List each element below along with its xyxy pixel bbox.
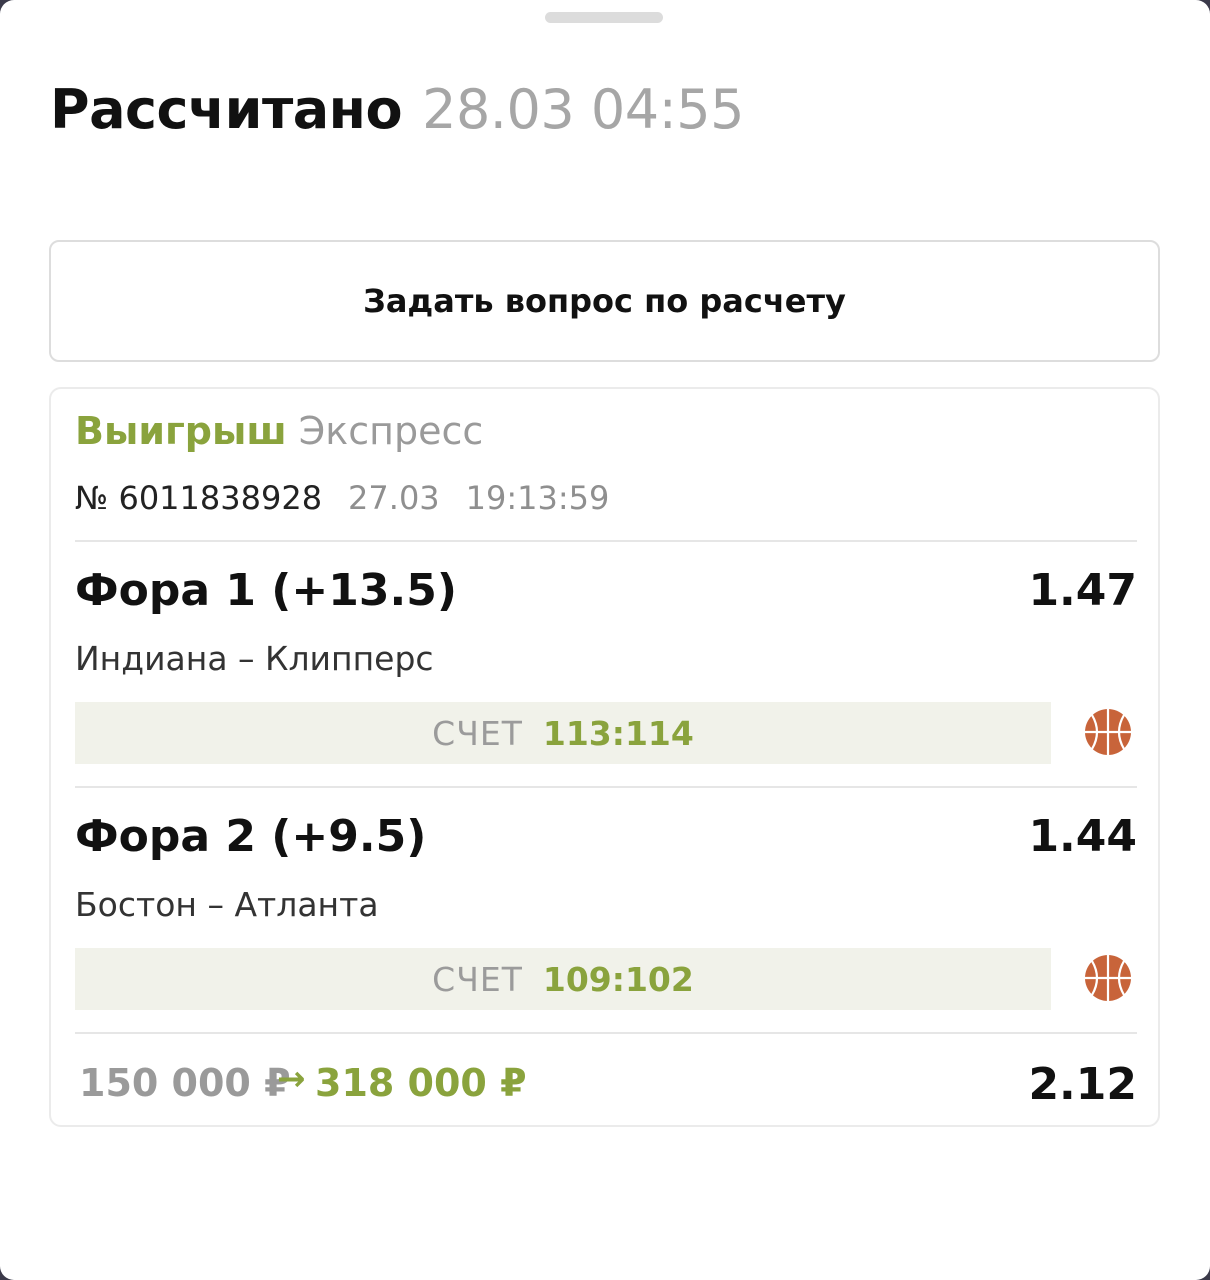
divider bbox=[75, 1032, 1137, 1034]
page-title: Рассчитано 28.03 04:55 bbox=[50, 78, 744, 154]
bet-type: Экспресс bbox=[298, 409, 484, 453]
bet-summary-row: 150 000 ₽ → 318 000 ₽ 2.12 bbox=[75, 1053, 1137, 1113]
arrow-right-icon: → bbox=[277, 1059, 306, 1099]
bet-number: № 6011838928 bbox=[75, 479, 323, 517]
event-item: Фора 1 (+13.5) 1.47 Индиана – Клипперс С… bbox=[75, 565, 1137, 775]
event-item: Фора 2 (+9.5) 1.44 Бостон – Атланта СЧЕТ… bbox=[75, 811, 1137, 1021]
sheet-grabber[interactable] bbox=[545, 12, 663, 23]
bet-status-row: Выигрыш Экспресс bbox=[75, 409, 483, 453]
score-value: 113:114 bbox=[542, 713, 694, 753]
event-market: Фора 1 (+13.5) bbox=[75, 565, 457, 616]
event-odds: 1.47 bbox=[1028, 565, 1137, 616]
bet-details-sheet: Рассчитано 28.03 04:55 Задать вопрос по … bbox=[0, 0, 1210, 1280]
bet-date: 27.03 bbox=[348, 479, 440, 517]
score-box: СЧЕТ 113:114 bbox=[75, 702, 1051, 764]
event-teams: Индиана – Клипперс bbox=[75, 639, 434, 678]
settled-title: Рассчитано bbox=[50, 78, 403, 141]
divider bbox=[75, 540, 1137, 542]
ask-settlement-question-button[interactable]: Задать вопрос по расчету bbox=[49, 240, 1160, 362]
event-market: Фора 2 (+9.5) bbox=[75, 811, 427, 862]
score-box: СЧЕТ 109:102 bbox=[75, 948, 1051, 1010]
bet-meta-row: № 6011838928 27.03 19:13:59 bbox=[75, 479, 609, 517]
bet-time: 19:13:59 bbox=[465, 479, 610, 517]
payout-amount: 318 000 ₽ bbox=[315, 1061, 527, 1105]
score-label: СЧЕТ bbox=[432, 959, 523, 999]
stake-amount: 150 000 ₽ bbox=[79, 1061, 291, 1105]
score-value: 109:102 bbox=[542, 959, 694, 999]
settled-time: 28.03 04:55 bbox=[422, 78, 744, 141]
divider bbox=[75, 786, 1137, 788]
basketball-icon bbox=[1085, 955, 1131, 1001]
basketball-icon bbox=[1085, 709, 1131, 755]
total-odds: 2.12 bbox=[1028, 1059, 1137, 1110]
event-teams: Бостон – Атланта bbox=[75, 885, 379, 924]
score-label: СЧЕТ bbox=[432, 713, 523, 753]
bet-card: Выигрыш Экспресс № 6011838928 27.03 19:13:5… bbox=[49, 387, 1160, 1127]
bet-status: Выигрыш bbox=[75, 409, 287, 453]
event-odds: 1.44 bbox=[1028, 811, 1137, 862]
